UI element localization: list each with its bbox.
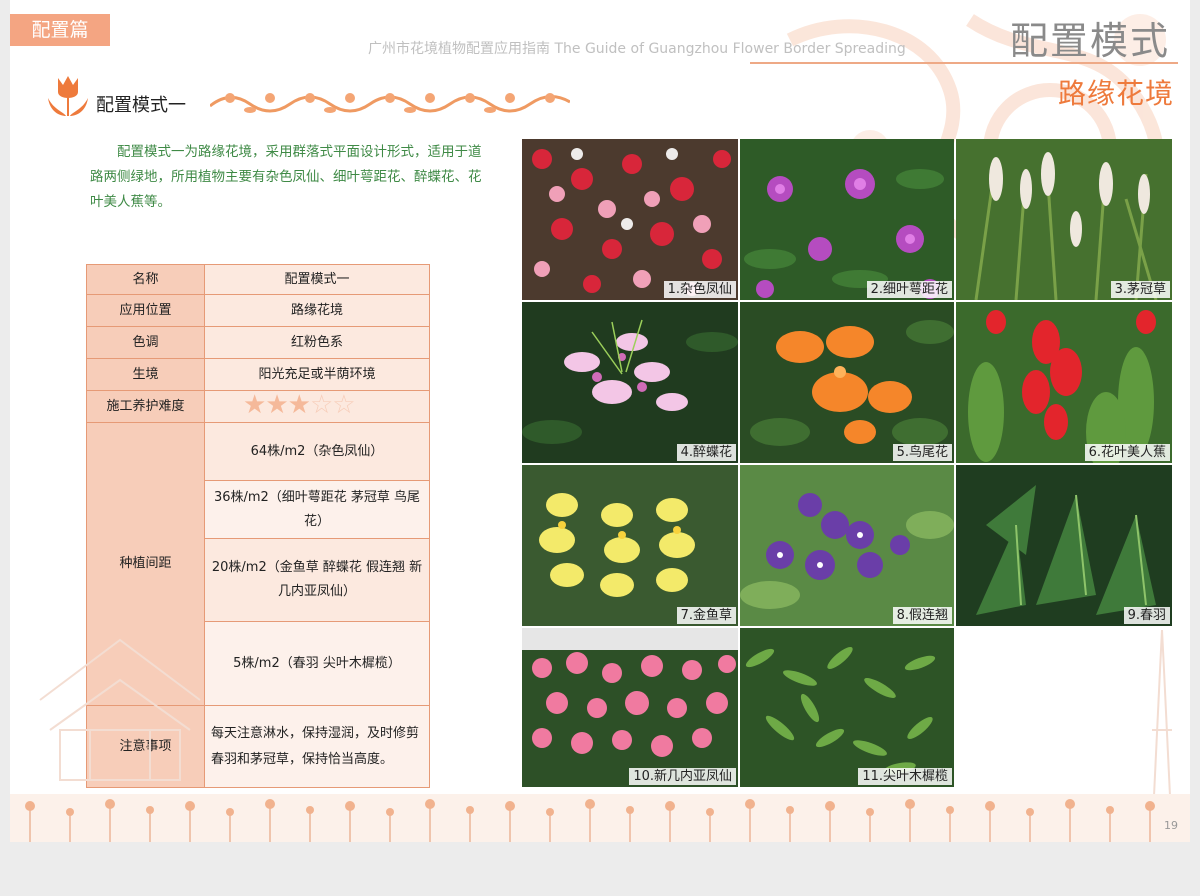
photo-caption: 3.茅冠草 bbox=[1110, 281, 1170, 298]
photo-crossandra: 5.鸟尾花 bbox=[740, 302, 954, 463]
flower-image bbox=[956, 465, 1172, 626]
photo-snapdragon: 7.金鱼草 bbox=[522, 465, 738, 626]
table-row: 应用位置 路缘花境 bbox=[86, 294, 430, 327]
photo-cuphea: 2.细叶萼距花 bbox=[740, 139, 954, 300]
photo-caption: 2.细叶萼距花 bbox=[866, 281, 952, 298]
flower-image bbox=[522, 302, 738, 463]
photo-caption: 1.杂色凤仙 bbox=[663, 281, 736, 298]
photo-caption: 6.花叶美人蕉 bbox=[1084, 444, 1170, 461]
photo-caption: 5.鸟尾花 bbox=[892, 444, 952, 461]
table-value: 每天注意淋水，保持湿润，及时修剪春羽和茅冠草，保持恰当高度。 bbox=[204, 705, 430, 788]
difficulty-rating: ★★★☆☆ bbox=[204, 389, 430, 423]
photo-pennisetum: 3.茅冠草 bbox=[956, 139, 1172, 300]
table-row: 色调 红粉色系 bbox=[86, 326, 430, 359]
flower-image bbox=[740, 302, 954, 463]
flower-image bbox=[956, 139, 1172, 300]
photo-caption: 7.金鱼草 bbox=[676, 607, 736, 624]
intro-paragraph: 配置模式一为路缘花境，采用群落式平面设计形式，适用于道路两侧绿地，所用植物主要有… bbox=[90, 144, 482, 210]
table-row: 名称 配置模式一 bbox=[86, 264, 430, 295]
main-title: 配置模式 bbox=[1009, 19, 1170, 63]
table-value: 阳光充足或半荫环境 bbox=[204, 358, 430, 391]
photo-duranta: 8.假连翘 bbox=[740, 465, 954, 626]
photo-caption: 8.假连翘 bbox=[892, 607, 952, 624]
spacing-value: 5株/m2（春羽 尖叶木樨榄） bbox=[204, 621, 430, 706]
vine-ornament bbox=[210, 93, 570, 113]
flower-image bbox=[522, 465, 738, 626]
spacing-value: 20株/m2（金鱼草 醉蝶花 假连翘 新几内亚凤仙） bbox=[204, 538, 430, 622]
photo-new-guinea-impatiens: 10.新几内亚凤仙 bbox=[522, 628, 738, 787]
photo-impatiens: 1.杂色凤仙 bbox=[522, 139, 738, 300]
section-tab: 配置篇 bbox=[10, 14, 110, 46]
flower-image bbox=[740, 628, 954, 787]
table-label: 名称 bbox=[86, 264, 205, 295]
table-value: 路缘花境 bbox=[204, 294, 430, 327]
flower-image bbox=[522, 139, 738, 300]
flower-image bbox=[740, 465, 954, 626]
flower-image bbox=[956, 302, 1172, 463]
spacing-value: 36株/m2（细叶萼距花 茅冠草 鸟尾花） bbox=[204, 480, 430, 539]
page-number: 19 bbox=[1164, 819, 1178, 832]
photo-caption: 4.醉蝶花 bbox=[676, 444, 736, 461]
flower-image bbox=[740, 139, 954, 300]
tulip-icon bbox=[48, 76, 88, 116]
flower-border-decoration bbox=[10, 794, 1190, 842]
table-row: 生境 阳光充足或半荫环境 bbox=[86, 358, 430, 391]
tower-watermark bbox=[1152, 630, 1172, 796]
table-row: 施工养护难度 ★★★☆☆ bbox=[86, 389, 430, 423]
photo-philodendron: 9.春羽 bbox=[956, 465, 1172, 626]
flower-image bbox=[522, 628, 738, 787]
brochure-page: 配置篇 广州市花境植物配置应用指南 The Guide of Guangzhou… bbox=[10, 0, 1190, 842]
photo-caption: 9.春羽 bbox=[1123, 607, 1170, 624]
photo-osmanthus: 11.尖叶木樨榄 bbox=[740, 628, 954, 787]
title-divider bbox=[750, 62, 1178, 64]
photo-caption: 11.尖叶木樨榄 bbox=[858, 768, 952, 785]
photo-caption: 10.新几内亚凤仙 bbox=[629, 768, 736, 785]
photo-canna: 6.花叶美人蕉 bbox=[956, 302, 1172, 463]
temple-watermark bbox=[39, 638, 201, 781]
table-row: 种植间距 64株/m2（杂色凤仙） bbox=[86, 422, 430, 706]
guide-title: 广州市花境植物配置应用指南 The Guide of Guangzhou Flo… bbox=[368, 41, 906, 57]
table-value: 配置模式一 bbox=[204, 264, 430, 295]
spacing-value: 64株/m2（杂色凤仙） bbox=[204, 422, 430, 481]
star-rating-icon: ★★★☆☆ bbox=[243, 389, 356, 420]
table-label: 生境 bbox=[86, 358, 205, 391]
table-label: 色调 bbox=[86, 326, 205, 359]
table-value: 红粉色系 bbox=[204, 326, 430, 359]
sub-title: 路缘花境 bbox=[1057, 77, 1174, 110]
table-label: 施工养护难度 bbox=[86, 390, 205, 423]
photo-cleome: 4.醉蝶花 bbox=[522, 302, 738, 463]
mode-heading: 配置模式一 bbox=[96, 95, 186, 116]
table-label: 应用位置 bbox=[86, 294, 205, 327]
